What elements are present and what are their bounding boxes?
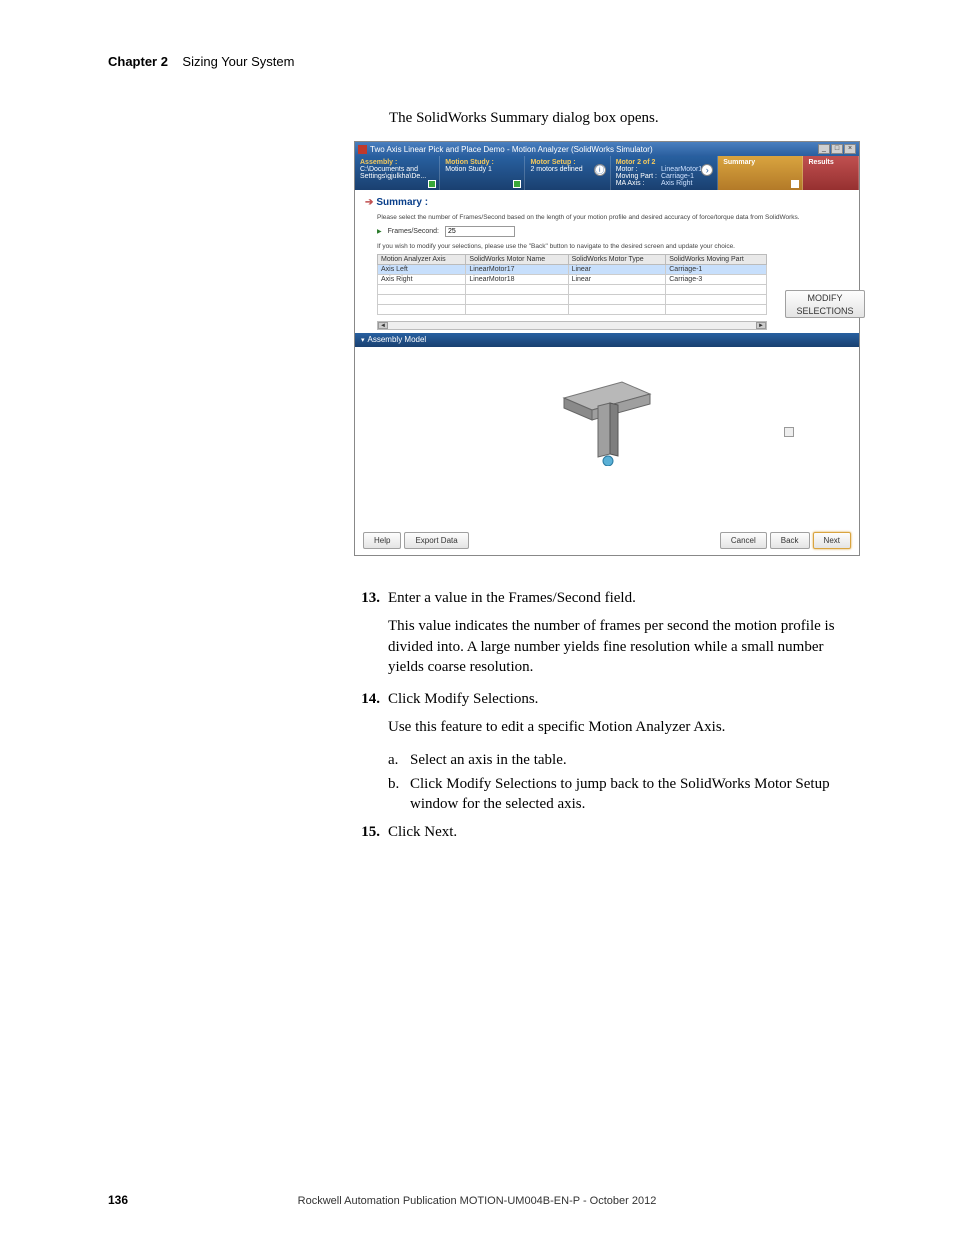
modify-selections-button[interactable]: MODIFY SELECTIONS xyxy=(785,290,865,318)
next-button[interactable]: Next xyxy=(813,532,851,549)
scroll-left-icon[interactable]: ◄ xyxy=(378,322,388,329)
export-data-button[interactable]: Export Data xyxy=(404,532,468,549)
page-footer: Rockwell Automation Publication MOTION-U… xyxy=(0,1195,954,1207)
check-icon xyxy=(513,180,521,188)
triangle-icon: ▶ xyxy=(377,228,382,235)
axis-table-wrap: Motion Analyzer Axis SolidWorks Motor Na… xyxy=(377,254,767,315)
check-icon xyxy=(428,180,436,188)
substep-a: a. Select an axis in the table. xyxy=(388,750,858,770)
note-text-1: Please select the number of Frames/Secon… xyxy=(377,214,849,221)
step-14: 14. Click Modify Selections. xyxy=(358,689,858,709)
table-row[interactable]: Axis Right LinearMotor18 Linear Carriage… xyxy=(378,275,767,285)
table-row[interactable]: Axis Left LinearMotor17 Linear Carriage-… xyxy=(378,265,767,275)
chapter-label: Chapter 2 xyxy=(108,54,168,69)
maximize-button[interactable]: □ xyxy=(831,144,843,154)
chapter-title: Sizing Your System xyxy=(182,54,294,69)
model-viewport[interactable] xyxy=(355,347,859,495)
step-13-para: This value indicates the number of frame… xyxy=(388,616,858,677)
step-15: 15. Click Next. xyxy=(358,822,858,842)
intro-text: The SolidWorks Summary dialog box opens. xyxy=(389,110,659,127)
table-row[interactable] xyxy=(378,305,767,315)
step-motor-setup[interactable]: Motor Setup : 2 motors defined ⓘ xyxy=(525,156,610,190)
step-13: 13. Enter a value in the Frames/Second f… xyxy=(358,588,858,608)
frames-second-row: ▶ Frames/Second: xyxy=(377,226,849,237)
back-button[interactable]: Back xyxy=(770,532,810,549)
substep-b: b. Click Modify Selections to jump back … xyxy=(388,774,858,815)
info-icon[interactable]: ⓘ xyxy=(594,164,606,176)
step-14-para: Use this feature to edit a specific Moti… xyxy=(388,717,858,737)
axis-table[interactable]: Motion Analyzer Axis SolidWorks Motor Na… xyxy=(377,254,767,315)
minimize-button[interactable]: _ xyxy=(818,144,830,154)
dialog-screenshot: Two Axis Linear Pick and Place Demo - Mo… xyxy=(354,141,860,556)
cancel-button[interactable]: Cancel xyxy=(720,532,767,549)
check-icon xyxy=(791,180,799,188)
window-controls: _ □ × xyxy=(818,144,856,154)
instructions-block: 13. Enter a value in the Frames/Second f… xyxy=(358,588,858,851)
table-row[interactable] xyxy=(378,295,767,305)
step-motion-study[interactable]: Motion Study : Motion Study 1 xyxy=(440,156,525,190)
step-summary[interactable]: Summary xyxy=(718,156,803,190)
collapse-icon: ▾ xyxy=(361,337,365,344)
edit-icon[interactable] xyxy=(784,427,794,437)
scroll-right-icon[interactable]: ► xyxy=(756,322,766,329)
horizontal-scrollbar[interactable]: ◄► xyxy=(377,321,767,330)
page-header: Chapter 2 Sizing Your System xyxy=(108,54,846,69)
step-results[interactable]: Results xyxy=(803,156,859,190)
window-title: Two Axis Linear Pick and Place Demo - Mo… xyxy=(370,145,653,154)
wizard-steps: Assembly : C:\Documents and Settings\gju… xyxy=(355,156,859,190)
frames-second-input[interactable] xyxy=(445,226,515,237)
step-motor-n[interactable]: Motor 2 of 2 Motor : Moving Part : MA Ax… xyxy=(611,156,719,190)
help-button[interactable]: Help xyxy=(363,532,401,549)
assembly-model-bar[interactable]: ▾Assembly Model xyxy=(355,333,859,347)
window-titlebar: Two Axis Linear Pick and Place Demo - Mo… xyxy=(355,142,859,156)
frames-second-label: Frames/Second: xyxy=(388,228,439,235)
model-3d-icon xyxy=(552,376,662,466)
note-text-2: If you wish to modify your selections, p… xyxy=(377,243,849,250)
dialog-body: ➔Summary : Please select the number of F… xyxy=(355,190,859,330)
step-assembly[interactable]: Assembly : C:\Documents and Settings\gju… xyxy=(355,156,440,190)
table-header-row: Motion Analyzer Axis SolidWorks Motor Na… xyxy=(378,255,767,265)
table-row[interactable] xyxy=(378,285,767,295)
dialog-button-row: Help Export Data Cancel Back Next xyxy=(363,532,851,549)
summary-heading: ➔Summary : xyxy=(365,197,849,208)
close-button[interactable]: × xyxy=(844,144,856,154)
app-icon xyxy=(358,145,367,154)
arrow-icon: ➔ xyxy=(365,197,373,208)
